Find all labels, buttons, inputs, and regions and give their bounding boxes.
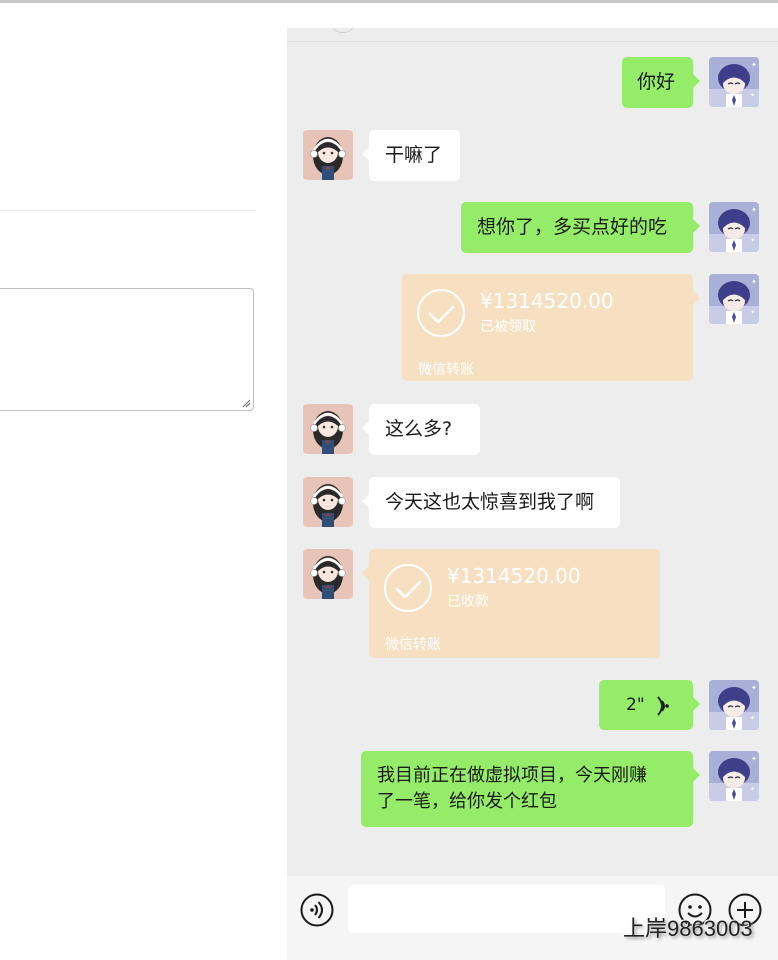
voice-duration: 2"	[626, 695, 645, 715]
my-avatar[interactable]	[709, 202, 759, 252]
header-handle	[331, 28, 355, 33]
contact-avatar[interactable]	[303, 130, 353, 180]
transfer-check-icon	[383, 563, 433, 613]
chat-header	[287, 28, 778, 42]
chat-input-field[interactable]	[348, 885, 665, 933]
message-bubble[interactable]: 干嘛了	[362, 130, 460, 181]
message-textarea[interactable]	[0, 288, 254, 411]
transfer-label: 微信转账	[385, 637, 441, 653]
message-text-line: 了一笔，给你发个红包	[377, 791, 557, 812]
message-bubble[interactable]: 这么多?	[362, 404, 480, 455]
editor-pane	[0, 3, 287, 960]
transfer-label: 微信转账	[418, 362, 474, 378]
contact-avatar[interactable]	[303, 404, 353, 454]
contact-avatar[interactable]	[303, 477, 353, 527]
voice-message-bubble[interactable]: 2"	[599, 680, 700, 730]
message-bubble[interactable]: 想你了，多买点好的吃	[461, 202, 700, 253]
transfer-card[interactable]: ¥1314520.00 已被领取 微信转账	[402, 274, 700, 381]
my-avatar[interactable]	[709, 57, 759, 107]
transfer-amount: ¥1314520.00	[480, 289, 614, 313]
message-bubble[interactable]: 你好	[622, 57, 700, 108]
watermark-text: 上岸9863003	[623, 916, 753, 941]
my-avatar[interactable]	[709, 274, 759, 324]
message-text: 想你了，多买点好的吃	[477, 216, 668, 238]
transfer-check-icon	[416, 288, 466, 338]
message-text: 这么多?	[385, 418, 453, 440]
voice-input-icon[interactable]	[300, 893, 334, 927]
voice-wave-icon	[657, 696, 669, 716]
message-text: 干嘛了	[385, 144, 443, 166]
message-bubble[interactable]: 我目前正在做虚拟项目，今天刚赚 了一笔，给你发个红包	[361, 751, 700, 827]
transfer-card[interactable]: ¥1314520.00 已收款 微信转账	[362, 549, 660, 658]
divider	[0, 210, 256, 211]
my-avatar[interactable]	[709, 680, 759, 730]
message-text: 今天这也太惊喜到我了啊	[385, 491, 595, 513]
transfer-status: 已收款	[447, 594, 489, 610]
chat-window: 你好 干嘛了 想你了，多买点好的吃 ¥1314520.00 已被领取 微信转账	[287, 28, 778, 960]
transfer-status: 已被领取	[480, 319, 536, 335]
message-text: 你好	[637, 71, 676, 93]
transfer-amount: ¥1314520.00	[447, 564, 581, 588]
message-bubble[interactable]: 今天这也太惊喜到我了啊	[362, 477, 620, 528]
contact-avatar[interactable]	[303, 549, 353, 599]
message-text-line: 我目前正在做虚拟项目，今天刚赚	[377, 765, 647, 786]
my-avatar[interactable]	[709, 751, 759, 801]
resize-grip-icon[interactable]	[241, 398, 251, 408]
